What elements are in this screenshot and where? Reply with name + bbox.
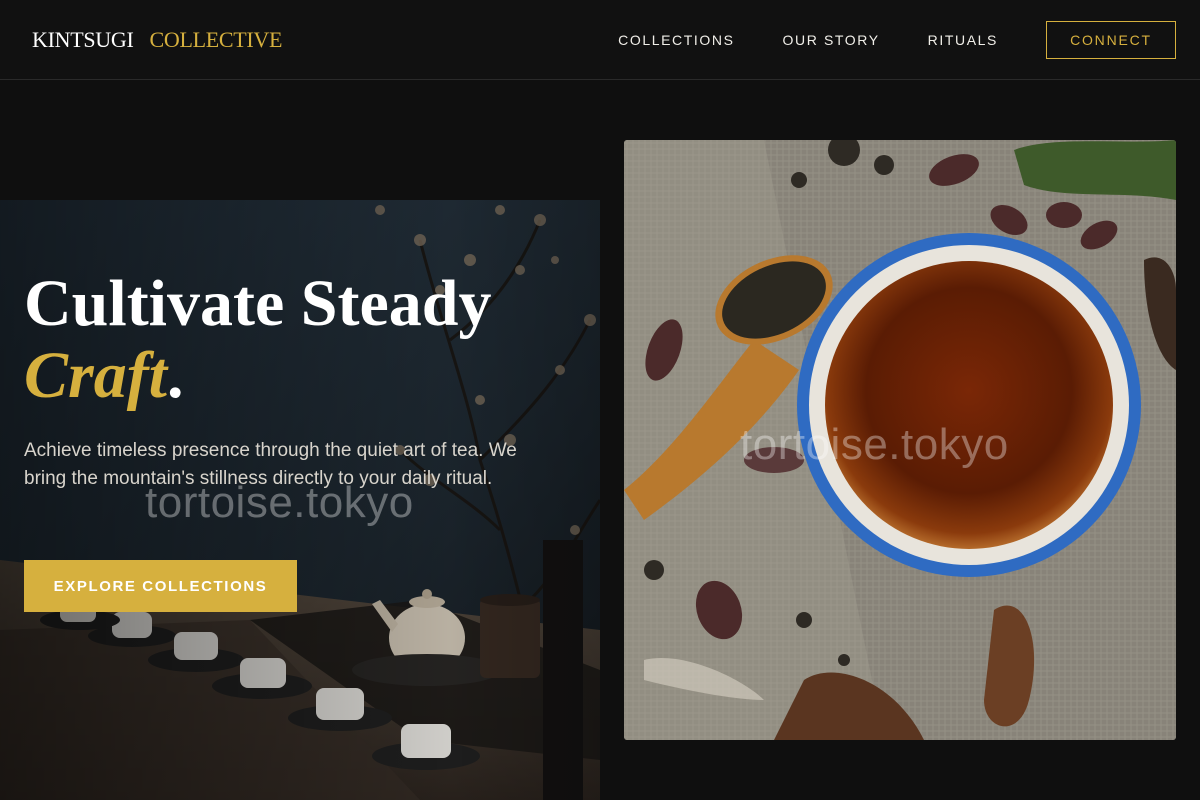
hero-title-period: . xyxy=(167,339,184,412)
site-header: KINTSUGI COLLECTIVE COLLECTIONS OUR STORY… xyxy=(0,0,1200,80)
hero-title-accent: Craft xyxy=(24,339,168,412)
brand-logo[interactable]: KINTSUGI COLLECTIVE xyxy=(32,27,282,53)
watermark-right: tortoise.tokyo xyxy=(740,420,1009,469)
brand-name-accent: COLLECTIVE xyxy=(149,27,283,52)
nav-our-story[interactable]: OUR STORY xyxy=(783,32,880,48)
connect-button[interactable]: CONNECT xyxy=(1046,21,1176,59)
explore-collections-button[interactable]: EXPLORE COLLECTIONS xyxy=(24,560,297,612)
nav-rituals[interactable]: RITUALS xyxy=(928,32,998,48)
watermark-left: tortoise.tokyo xyxy=(145,478,414,527)
nav-collections[interactable]: COLLECTIONS xyxy=(618,32,734,48)
hero-title-line: Cultivate Steady xyxy=(24,267,492,340)
brand-name-primary: KINTSUGI xyxy=(32,27,134,52)
main-nav: COLLECTIONS OUR STORY RITUALS CONNECT xyxy=(618,21,1176,59)
hero-title: Cultivate Steady Craft. xyxy=(24,268,491,412)
